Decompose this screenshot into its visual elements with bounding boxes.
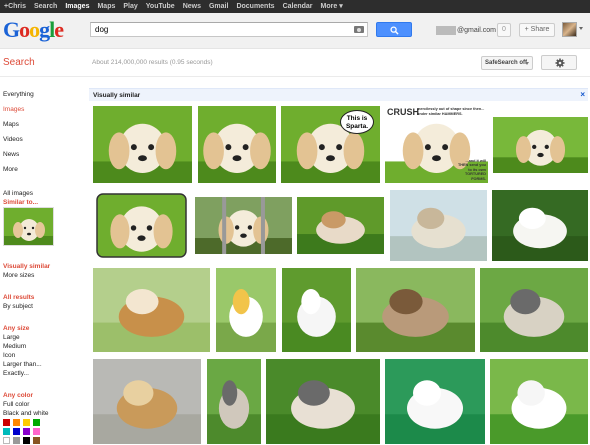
image-result-puppy[interactable] [198, 106, 276, 183]
camera-icon[interactable] [354, 26, 364, 33]
color-swatch[interactable] [13, 428, 20, 435]
caption-crush: CRUSH [387, 107, 420, 117]
image-result-pomeranian[interactable] [93, 359, 201, 444]
image-result-husky[interactable] [480, 268, 588, 352]
speech-bubble-line: Sparta. [345, 123, 369, 130]
speech-bubble: This is Sparta. [340, 110, 374, 134]
sidebar-size-icon[interactable]: Icon [3, 352, 15, 359]
caption-crush-sub: mercilessly out of shape since then... u… [417, 107, 485, 116]
safesearch-label: SafeSearch off [485, 60, 528, 66]
image-result-bichon[interactable] [490, 359, 588, 444]
similar-to-thumbnail[interactable] [3, 207, 54, 246]
sidebar-black-and-white[interactable]: Black and white [3, 410, 49, 417]
topbar-item-youtube[interactable]: YouTube [142, 0, 179, 13]
sidebar-similar-to: Similar to... [3, 199, 39, 206]
image-result-puppy-duckling[interactable] [216, 268, 276, 352]
color-swatch[interactable] [33, 419, 40, 426]
sidebar-item-videos[interactable]: Videos [3, 136, 23, 143]
color-swatch[interactable] [3, 419, 10, 426]
top-nav-bar: +Chris Search Images Maps Play YouTube N… [0, 0, 590, 13]
sidebar-size-large[interactable]: Large [3, 334, 20, 341]
avatar[interactable] [562, 22, 577, 37]
result-stats: About 214,000,000 results (0.95 seconds) [92, 59, 213, 66]
sidebar-item-maps[interactable]: Maps [3, 121, 19, 128]
sidebar-any-size: Any size [3, 325, 30, 332]
image-result-samoyed[interactable] [492, 190, 588, 261]
topbar-item-news[interactable]: News [179, 0, 205, 13]
topbar-item-images[interactable]: Images [61, 0, 93, 13]
sidebar-size-larger-than[interactable]: Larger than... [3, 361, 42, 368]
account-email[interactable]: @gmail.com [436, 24, 496, 36]
close-icon[interactable]: × [580, 90, 585, 99]
notifications-button[interactable]: 0 [497, 23, 511, 37]
visually-similar-title: Visually similar [93, 92, 141, 99]
email-domain: @gmail.com [457, 26, 497, 34]
image-result-puppy-crush[interactable]: CRUSH mercilessly out of shape since then… [385, 106, 488, 183]
topbar-item-more[interactable]: More ▾ [317, 0, 347, 13]
sidebar-visually-similar: Visually similar [3, 263, 51, 270]
sidebar-by-subject[interactable]: By subject [3, 303, 33, 310]
caption-crush-sub2: ...and it will THEN send you to its own … [457, 158, 486, 181]
settings-button[interactable] [541, 55, 577, 70]
chevron-down-icon[interactable] [579, 27, 583, 30]
image-result-samoyed[interactable] [385, 359, 485, 444]
search-button[interactable] [376, 22, 412, 37]
image-result-puppy-framed[interactable] [93, 190, 190, 261]
color-swatch[interactable] [3, 437, 10, 444]
sidebar-full-color[interactable]: Full color [3, 401, 29, 408]
chevron-down-icon [525, 62, 529, 65]
topbar-item-play[interactable]: Play [119, 0, 141, 13]
visually-similar-header: Visually similar × [89, 88, 588, 101]
search-query: dog [95, 25, 109, 34]
topbar-item-profile[interactable]: +Chris [0, 0, 30, 13]
sidebar-item-images[interactable]: Images [3, 106, 24, 113]
image-result-husky[interactable] [266, 359, 380, 444]
gear-icon [555, 58, 565, 68]
image-result-puppy-split[interactable] [195, 197, 292, 254]
image-result-pekingese[interactable] [297, 197, 384, 254]
color-swatch[interactable] [23, 419, 30, 426]
search-input[interactable]: dog [90, 22, 368, 37]
sidebar-all-images[interactable]: All images [3, 190, 33, 197]
sidebar-item-everything[interactable]: Everything [3, 91, 34, 98]
color-swatch[interactable] [33, 428, 40, 435]
image-result-puppy[interactable] [93, 106, 192, 183]
image-result-kitten[interactable] [356, 268, 475, 352]
color-swatch[interactable] [23, 437, 30, 444]
email-redacted [436, 25, 456, 35]
speech-bubble-line: This is [346, 115, 368, 122]
sidebar-all-results: All results [3, 294, 35, 301]
dog-image [4, 208, 53, 245]
color-swatch[interactable] [33, 437, 40, 444]
sidebar-item-news[interactable]: News [3, 151, 19, 158]
google-logo[interactable]: Google [3, 18, 64, 42]
image-result-running-dog[interactable] [282, 268, 351, 352]
topbar-item-search[interactable]: Search [30, 0, 61, 13]
sidebar-any-color: Any color [3, 392, 33, 399]
image-result-pup-closeup[interactable] [390, 190, 487, 261]
sidebar-size-medium[interactable]: Medium [3, 343, 26, 350]
topbar-item-gmail[interactable]: Gmail [205, 0, 232, 13]
topbar-item-documents[interactable]: Documents [232, 0, 278, 13]
sidebar-item-more[interactable]: More [3, 166, 18, 173]
sidebar-size-exactly[interactable]: Exactly... [3, 370, 29, 377]
color-swatch[interactable] [13, 419, 20, 426]
sidebar-more-sizes[interactable]: More sizes [3, 272, 34, 279]
image-result-puppy[interactable] [493, 117, 588, 173]
share-button[interactable]: + Share [519, 23, 555, 37]
color-swatch[interactable] [13, 437, 20, 444]
image-result-puppy-sparta[interactable]: This is Sparta. [281, 106, 380, 183]
chevron-down-icon: ▾ [339, 3, 343, 10]
color-swatch[interactable] [3, 428, 10, 435]
image-result-akita[interactable] [93, 268, 210, 352]
color-swatch[interactable] [23, 428, 30, 435]
topbar-item-calendar[interactable]: Calendar [279, 0, 317, 13]
search-icon [390, 26, 399, 35]
safesearch-dropdown[interactable]: SafeSearch off [481, 56, 533, 70]
topbar-item-maps[interactable]: Maps [93, 0, 119, 13]
image-result-husky-pup[interactable] [207, 359, 261, 444]
page-title: Search [3, 57, 35, 68]
topbar-more-label: More [320, 3, 338, 10]
